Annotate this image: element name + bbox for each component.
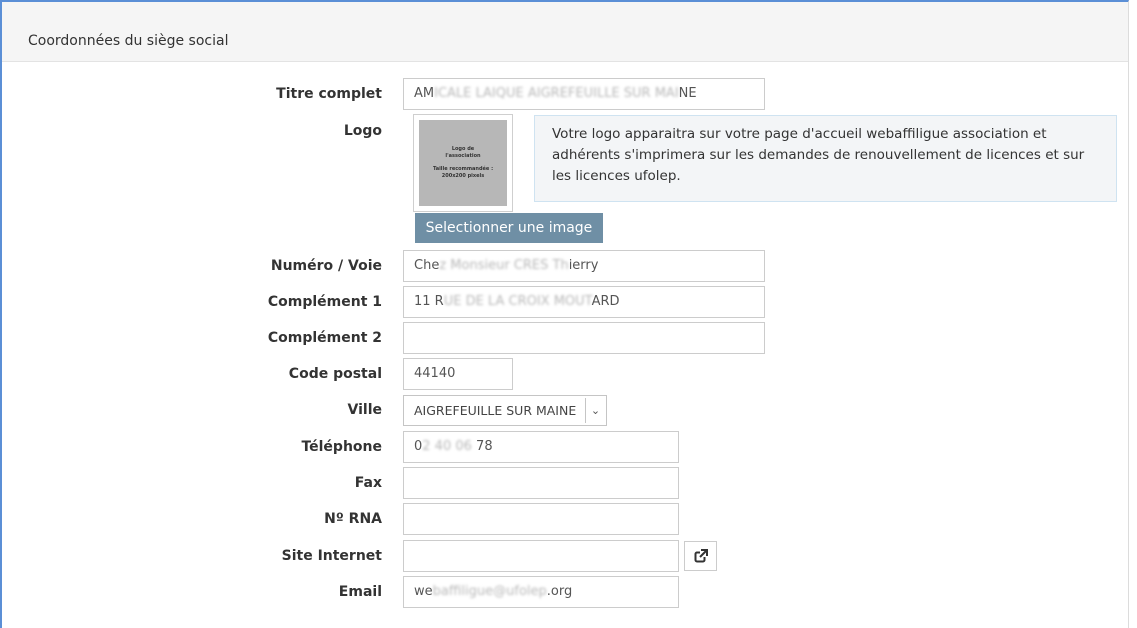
logo-label: Logo (343, 123, 382, 139)
numero-voie-input[interactable]: Chez Monsieur CRES Thierry (403, 250, 765, 282)
fax-label: Fax (354, 475, 382, 491)
rna-input[interactable] (403, 503, 679, 535)
ville-selected-value: AIGREFEUILLE SUR MAINE (414, 403, 577, 418)
fax-input[interactable] (403, 467, 679, 499)
titre-complet-label: Titre complet (276, 86, 382, 102)
logo-placeholder-image: Logo de l'association Taille recommandée… (419, 120, 507, 206)
chevron-down-icon[interactable]: ⌄ (585, 398, 605, 423)
select-image-button[interactable]: Selectionner une image (415, 213, 603, 243)
panel-header: Coordonnées du siège social (2, 2, 1128, 62)
rna-label: Nº RNA (324, 511, 382, 527)
site-internet-input[interactable] (403, 540, 679, 572)
complement2-label: Complément 2 (267, 330, 382, 346)
telephone-input[interactable]: 02 40 06 78 (403, 431, 679, 463)
code-postal-input[interactable]: 44140 (403, 358, 513, 390)
ville-select[interactable]: AIGREFEUILLE SUR MAINE ⌄ (403, 395, 607, 426)
complement2-input[interactable] (403, 322, 765, 354)
code-postal-label: Code postal (288, 366, 382, 382)
ville-label: Ville (347, 402, 382, 418)
external-link-icon (694, 549, 708, 563)
logo-info-box: Votre logo apparaitra sur votre page d'a… (534, 115, 1117, 202)
panel-title: Coordonnées du siège social (28, 33, 229, 49)
logo-thumbnail[interactable]: Logo de l'association Taille recommandée… (413, 114, 513, 212)
complement1-label: Complément 1 (267, 294, 382, 310)
email-input[interactable]: webaffiligue@ufolep.org (403, 576, 679, 608)
site-internet-label: Site Internet (281, 548, 382, 564)
telephone-label: Téléphone (301, 439, 382, 455)
numero-voie-label: Numéro / Voie (270, 258, 382, 274)
email-label: Email (338, 584, 382, 600)
open-site-button[interactable] (684, 541, 717, 571)
complement1-input[interactable]: 11 RUE DE LA CROIX MOUTARD (403, 286, 765, 318)
titre-complet-input[interactable]: AMICALE LAIQUE AIGREFEUILLE SUR MAINE (403, 78, 765, 110)
